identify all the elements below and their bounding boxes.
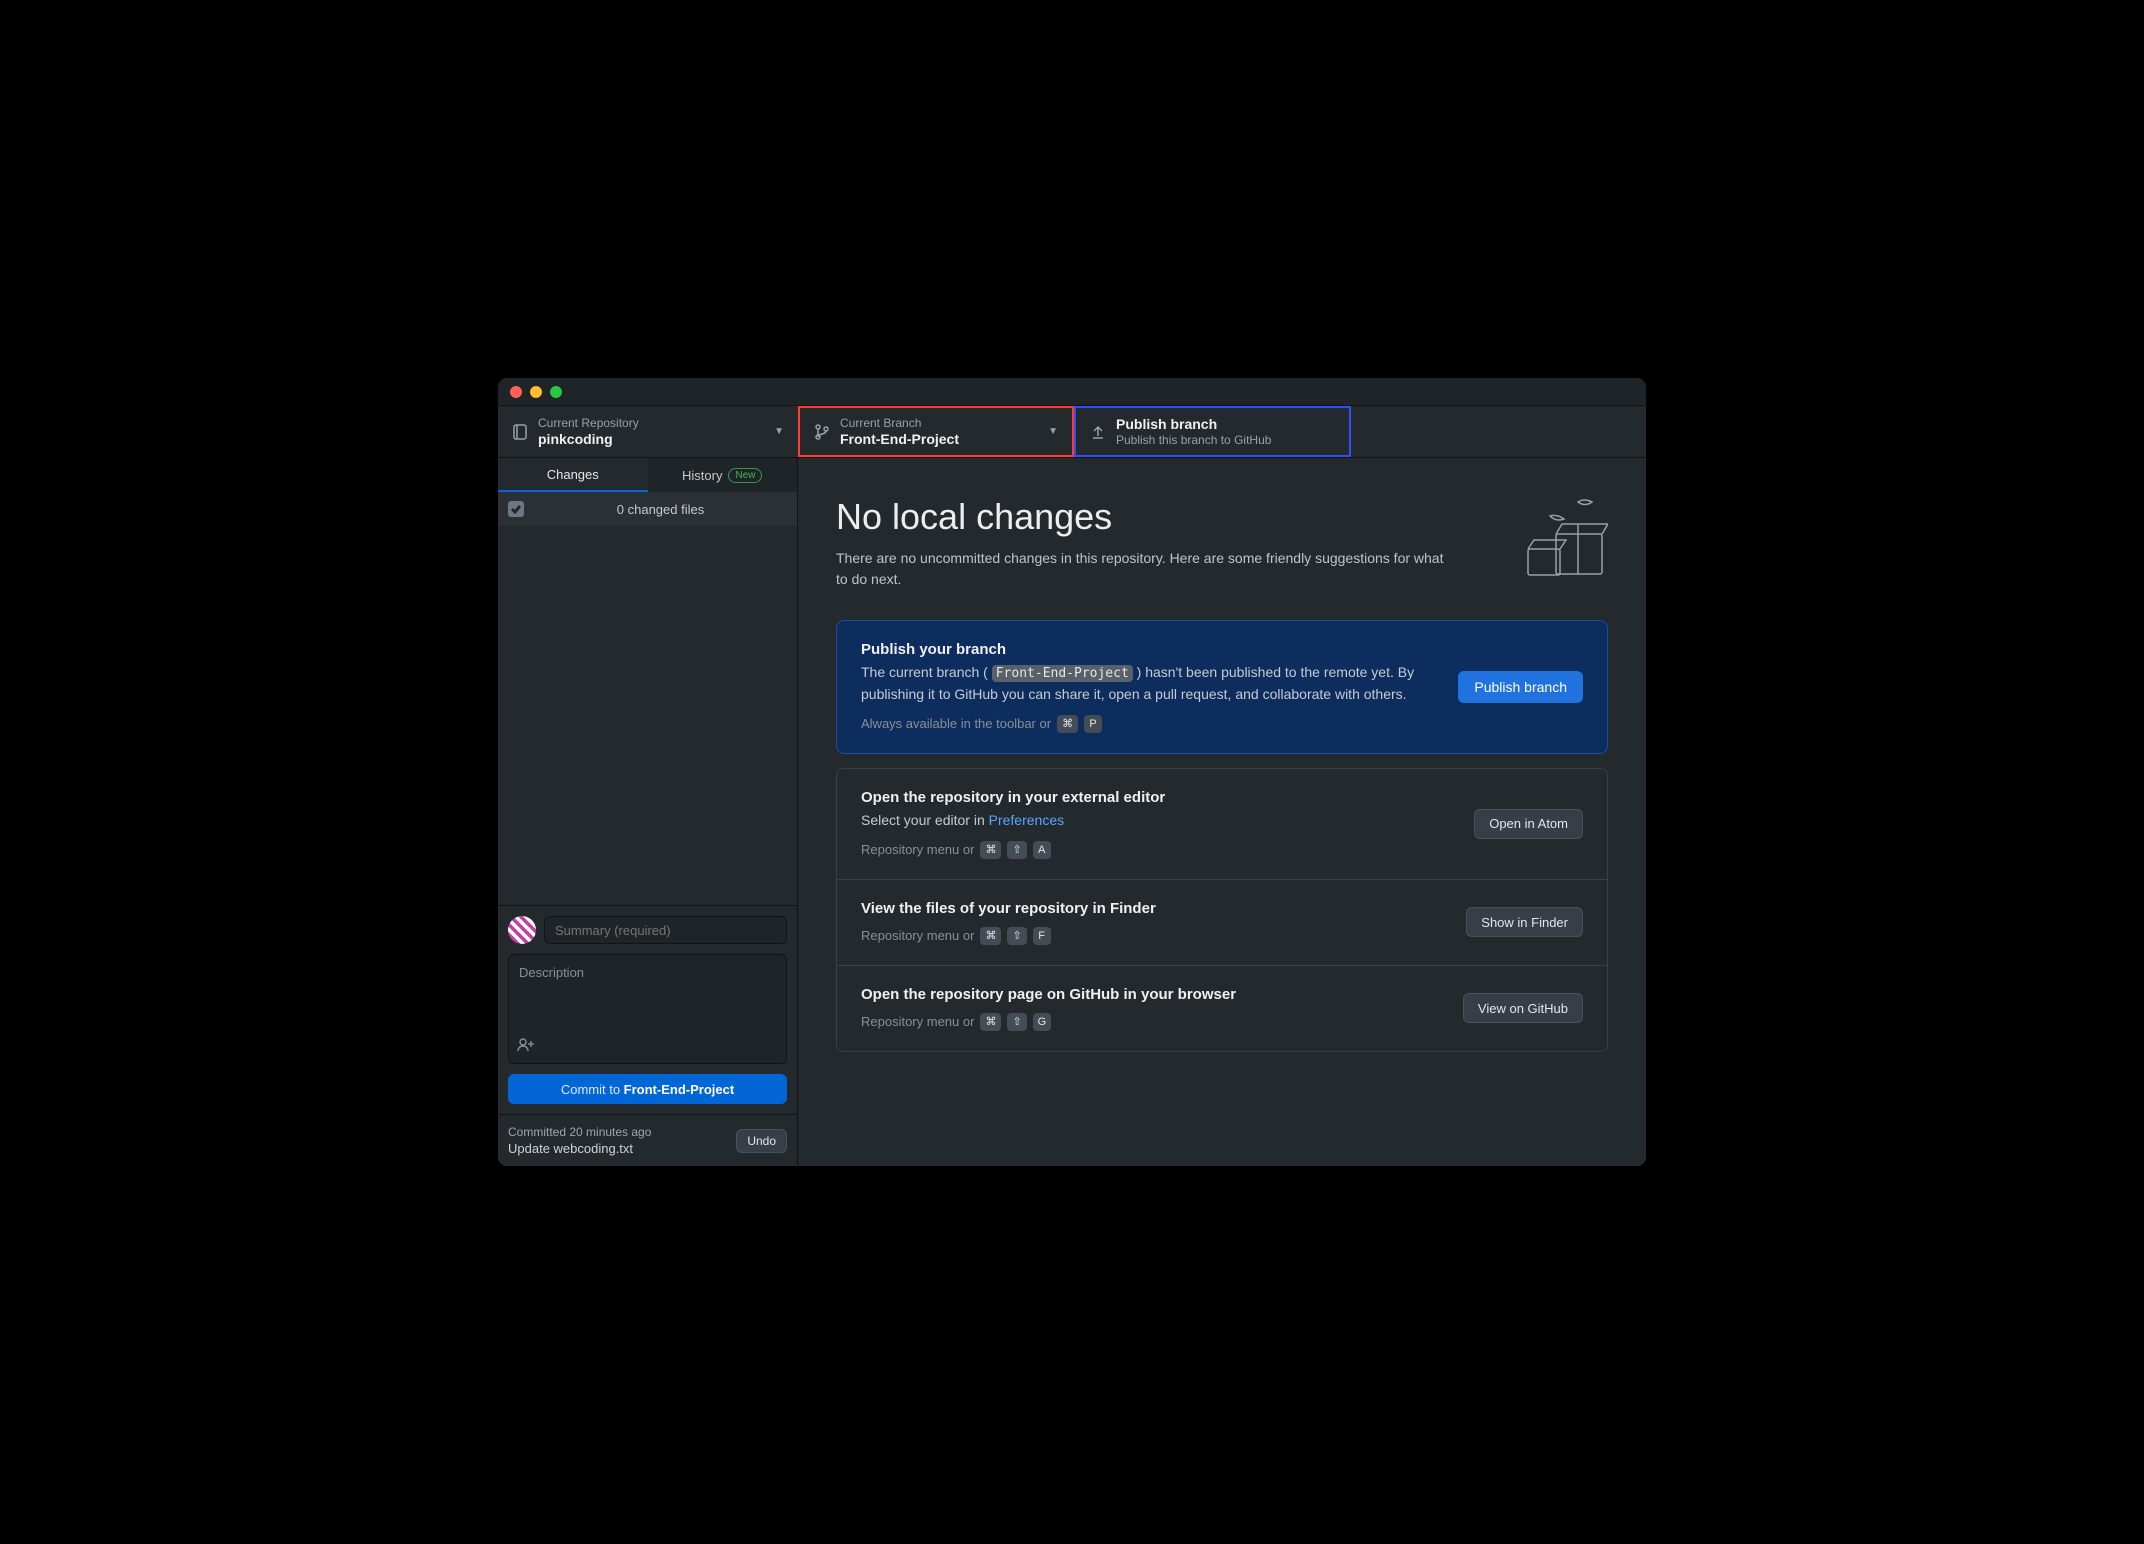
chevron-down-icon: ▼ [774,426,784,437]
open-in-atom-button[interactable]: Open in Atom [1474,809,1583,839]
tab-changes[interactable]: Changes [498,458,648,492]
commit-summary-input[interactable] [544,916,787,944]
card-finder-title: View the files of your repository in Fin… [861,900,1446,917]
main-panel: No local changes There are no uncommitte… [798,458,1646,1166]
undo-button[interactable]: Undo [736,1129,787,1153]
card-publish: Publish your branch The current branch (… [836,620,1608,754]
changed-files-count: 0 changed files [534,502,787,517]
app-body: Changes History New 0 changed files [498,458,1646,1166]
chevron-down-icon: ▼ [1048,426,1058,437]
preferences-link[interactable]: Preferences [989,812,1064,828]
branch-dropdown[interactable]: Current Branch Front-End-Project ▼ [798,406,1074,457]
publish-branch-button[interactable]: Publish branch [1458,671,1583,703]
page-heading: No local changes [836,496,1608,538]
kbd-p: P [1084,715,1102,733]
branch-label: Current Branch [840,416,959,430]
description-placeholder: Description [519,965,584,980]
tab-history-label: History [682,468,722,483]
commit-description-input[interactable]: Description [508,954,787,1064]
card-open-editor: Open the repository in your external edi… [837,769,1607,879]
secondary-cards: Open the repository in your external edi… [836,768,1608,1052]
commit-button-prefix: Commit to [561,1082,624,1097]
window-controls [510,386,562,398]
new-badge: New [728,468,762,483]
repo-icon [512,424,528,440]
upload-icon [1090,424,1106,440]
card-github-title: Open the repository page on GitHub in yo… [861,986,1443,1003]
boxes-illustration [1518,494,1608,589]
repository-dropdown[interactable]: Current Repository pinkcoding ▼ [498,406,798,457]
close-window-button[interactable] [510,386,522,398]
last-commit-bar: Committed 20 minutes ago Update webcodin… [498,1114,797,1166]
publish-title: Publish branch [1116,416,1271,432]
card-editor-text: Select your editor in [861,812,989,828]
view-on-github-button[interactable]: View on GitHub [1463,993,1583,1023]
card-editor-title: Open the repository in your external edi… [861,789,1454,806]
commit-form: Description Commit to Front-End-Project [498,905,797,1114]
sidebar-tabs: Changes History New [498,458,797,492]
card-view-github: Open the repository page on GitHub in yo… [837,965,1607,1051]
changed-files-row: 0 changed files [498,492,797,526]
branch-code-chip: Front-End-Project [992,665,1133,682]
minimize-window-button[interactable] [530,386,542,398]
select-all-checkbox[interactable] [508,501,524,517]
tab-changes-label: Changes [547,467,599,482]
tab-history[interactable]: History New [648,458,798,492]
maximize-window-button[interactable] [550,386,562,398]
show-in-finder-button[interactable]: Show in Finder [1466,907,1583,937]
page-subtitle: There are no uncommitted changes in this… [836,548,1456,590]
last-commit-message: Update webcoding.txt [508,1141,726,1156]
card-publish-title: Publish your branch [861,641,1438,658]
avatar [508,916,536,944]
kbd-cmd: ⌘ [1057,715,1078,733]
app-window: Current Repository pinkcoding ▼ Current … [497,377,1647,1167]
card-show-finder: View the files of your repository in Fin… [837,879,1607,965]
repo-value: pinkcoding [538,431,639,447]
card-finder-hint: Repository menu or [861,928,974,943]
title-bar [498,378,1646,406]
repo-label: Current Repository [538,416,639,430]
sidebar: Changes History New 0 changed files [498,458,798,1166]
git-branch-icon [814,424,830,440]
last-commit-time: Committed 20 minutes ago [508,1125,726,1139]
file-list-empty [498,526,797,905]
card-publish-hint: Always available in the toolbar or [861,716,1051,731]
branch-value: Front-End-Project [840,431,959,447]
publish-subtitle: Publish this branch to GitHub [1116,433,1271,447]
add-coauthor-icon[interactable] [517,1038,535,1055]
card-editor-hint: Repository menu or [861,842,974,857]
publish-toolbar-button[interactable]: Publish branch Publish this branch to Gi… [1074,406,1351,457]
card-github-hint: Repository menu or [861,1014,974,1029]
commit-button-branch: Front-End-Project [624,1082,735,1097]
toolbar: Current Repository pinkcoding ▼ Current … [498,406,1646,458]
card-publish-text: The current branch ( Front-End-Project )… [861,662,1438,705]
commit-button[interactable]: Commit to Front-End-Project [508,1074,787,1104]
